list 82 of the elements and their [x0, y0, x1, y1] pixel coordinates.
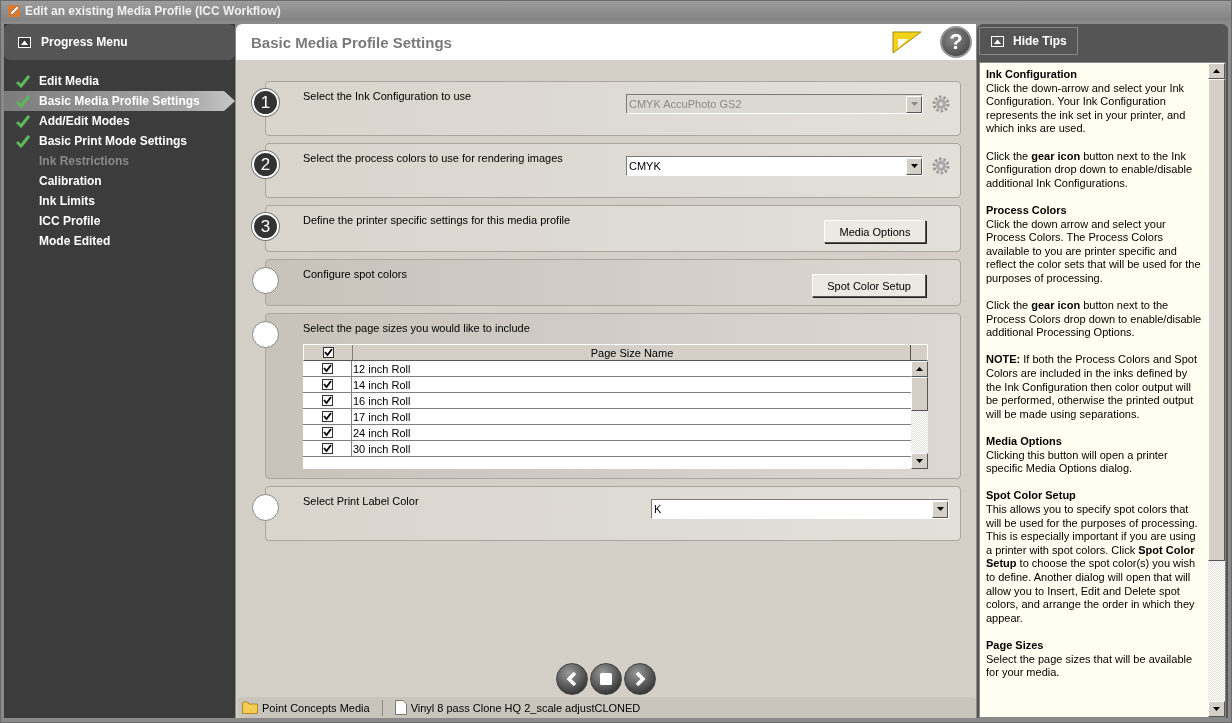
action-button[interactable]: Media Options: [824, 220, 926, 243]
tip-text: Click the down arrow and select your Process Colors. The Process Colors available to you are printer specific and reflect the color sets that will be used for the purposes of processing.: [986, 217, 1202, 286]
hide-tips-button[interactable]: Hide Tips: [979, 27, 1078, 55]
sidebar-title: Progress Menu: [41, 35, 128, 49]
scroll-up-button[interactable]: [1208, 63, 1225, 79]
tip-text: This allows you to specify spot colors that will be used for the purposes of processing. This is especially important if you are using a printer with spot colors. Click Spot Color Setup to choose the spot color(s) you wish to define. Another dialog will open that will allow you to Insert, Edit and Delete spot colors, and arrange the order in which they appear.: [986, 503, 1199, 626]
scroll-thumb[interactable]: [911, 377, 928, 411]
scroll-thumb[interactable]: [1208, 79, 1225, 561]
table-cell-text: 16 inch Roll: [352, 393, 412, 408]
scroll-down-button[interactable]: [911, 453, 928, 469]
caret-up-icon: [1213, 69, 1220, 73]
tip-text: Click the down-arrow and select your Ink Configuration. Your Ink Configuration represents the ink set in your printer, and which inks are used.: [986, 81, 1187, 136]
profile-file-label: Vinyl 8 pass Clone HQ 2_scale adjustCLONED: [410, 701, 641, 714]
dropdown[interactable]: CMYK: [626, 156, 923, 176]
menu-item[interactable]: Edit Media: [4, 71, 235, 91]
step-circle: [252, 321, 279, 348]
collapse-icon[interactable]: [18, 36, 31, 48]
tip-text: NOTE: If both the Process Colors and Spot Colors are included in the inks defined by the Ink Configuration then color output will be performed, otherwise the printed output will be made using separations.: [986, 353, 1198, 422]
table-cell-text: 24 inch Roll: [352, 425, 412, 440]
table-cell-text: 12 inch Roll: [352, 361, 412, 376]
step-label: Select the process colors to use for rendering images: [303, 152, 564, 165]
tip-heading: Spot Color Setup: [986, 489, 1077, 503]
scroll-up-button[interactable]: [911, 361, 928, 377]
menu-item[interactable]: Basic Print Mode Settings: [4, 131, 235, 151]
forward-button[interactable]: [624, 662, 656, 695]
scrollbar[interactable]: [911, 361, 928, 469]
checkbox[interactable]: [321, 427, 333, 438]
page-title: Basic Media Profile Settings: [251, 33, 453, 51]
media-folder-label: Point Concepts Media: [262, 701, 370, 714]
collapse-icon: [991, 35, 1004, 47]
step-number: 1: [252, 89, 279, 116]
table-cell-text: 17 inch Roll: [352, 409, 412, 424]
checkbox[interactable]: [321, 395, 333, 406]
chevron-left-icon: [565, 670, 579, 687]
caret-down-icon: [1213, 707, 1220, 711]
step-circle: [252, 267, 279, 294]
step-label: Select Print Label Color: [303, 495, 420, 508]
step-label: Configure spot colors: [303, 268, 408, 281]
action-button[interactable]: Spot Color Setup: [812, 274, 926, 297]
folder-icon: [242, 701, 258, 714]
tip-heading: Media Options: [986, 435, 1063, 449]
caret-down-icon: [936, 507, 944, 511]
tip-text: Click the gear icon button next to the Process Colors drop down to enable/disable additional Processing Options.: [986, 299, 1203, 340]
table-cell-text: 14 inch Roll: [352, 377, 412, 392]
menu-item[interactable]: ICC Profile: [4, 211, 235, 231]
window-title: Edit an existing Media Profile (ICC Workflow): [25, 4, 281, 18]
step-label: Select the Ink Configuration to use: [303, 90, 473, 103]
dropdown[interactable]: K: [651, 499, 949, 519]
tip-heading: Page Sizes: [986, 638, 1045, 653]
menu-item[interactable]: Ink Limits: [4, 191, 235, 211]
tip-text: Select the page sizes that will be available for your media.: [986, 652, 1194, 680]
tip-text: Click the gear icon button next to the Ink Configuration drop down to enable/disable additional Ink Configurations.: [986, 149, 1194, 191]
tip-heading: Ink Configuration: [986, 68, 1079, 82]
checkbox[interactable]: [321, 363, 333, 374]
menu-item[interactable]: Add/Edit Modes: [4, 111, 235, 131]
checkbox[interactable]: [321, 443, 333, 454]
chevron-right-icon: [633, 670, 647, 687]
caret-up-icon: [916, 367, 923, 371]
step-label: Define the printer specific settings for this media profile: [303, 214, 572, 227]
checkbox[interactable]: [321, 411, 333, 422]
back-button[interactable]: [556, 662, 588, 695]
menu-item[interactable]: Mode Edited: [4, 231, 235, 251]
scrollbar[interactable]: [1208, 63, 1225, 717]
checkbox[interactable]: [321, 379, 333, 390]
step-number: 3: [252, 213, 279, 240]
tip-text: Clicking this button will open a printer specific Media Options dialog.: [986, 448, 1169, 476]
stop-icon: [600, 672, 612, 685]
tip-heading: Process Colors: [986, 203, 1068, 218]
stop-button[interactable]: [590, 662, 622, 695]
menu-item[interactable]: Calibration: [4, 171, 235, 191]
step-number: 2: [252, 151, 279, 178]
caret-down-icon: [910, 102, 918, 106]
caret-down-icon: [910, 164, 918, 168]
document-icon: [394, 700, 407, 715]
table-cell-text: 30 inch Roll: [352, 441, 412, 456]
step-circle: [252, 494, 279, 521]
step-label: Select the page sizes you would like to include: [303, 322, 531, 335]
pencil-icon: [7, 4, 21, 18]
caret-down-icon: [916, 459, 923, 463]
scroll-down-button[interactable]: [1208, 701, 1225, 717]
help-button[interactable]: ?: [940, 26, 972, 58]
checkbox[interactable]: [322, 347, 334, 358]
